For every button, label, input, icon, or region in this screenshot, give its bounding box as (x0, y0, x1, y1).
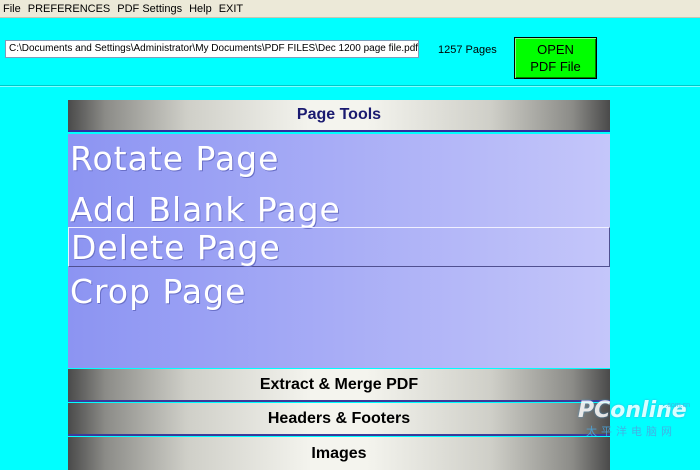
menu-bar: File PREFERENCES PDF Settings Help EXIT (0, 0, 700, 18)
page-count-label: 1257 Pages (438, 44, 497, 56)
watermark-subtitle: 太平洋电脑网 (586, 426, 676, 438)
section-extract-merge[interactable]: Extract & Merge PDF (68, 369, 610, 401)
section-headers-footers[interactable]: Headers & Footers (68, 403, 610, 435)
section-images[interactable]: Images (68, 437, 610, 470)
section-separator (68, 400, 610, 402)
section-page-tools[interactable]: Page Tools (68, 100, 610, 132)
pconline-watermark: PConline 太平洋电脑网 .com.cn (578, 398, 696, 448)
file-path-field[interactable]: C:\Documents and Settings\Administrator\… (5, 40, 419, 58)
page-tools-panel: Rotate Page Add Blank Page Delete Page C… (68, 134, 610, 368)
menu-preferences[interactable]: PREFERENCES (25, 3, 115, 15)
watermark-domain: .com.cn (665, 402, 690, 409)
section-separator (68, 434, 610, 436)
add-blank-page-button[interactable]: Add Blank Page (68, 189, 610, 231)
menu-help[interactable]: Help (186, 3, 216, 15)
crop-page-button[interactable]: Crop Page (68, 271, 610, 313)
delete-page-button[interactable]: Delete Page (68, 227, 610, 267)
open-pdf-button[interactable]: OPEN PDF File (514, 37, 597, 79)
open-pdf-button-line2: PDF File (530, 59, 581, 74)
menu-pdf-settings[interactable]: PDF Settings (114, 3, 186, 15)
open-pdf-button-line1: OPEN (537, 42, 574, 57)
menu-file[interactable]: File (0, 3, 25, 15)
rotate-page-button[interactable]: Rotate Page (68, 138, 610, 180)
toolbar-divider (0, 85, 700, 87)
menu-exit[interactable]: EXIT (216, 3, 247, 15)
